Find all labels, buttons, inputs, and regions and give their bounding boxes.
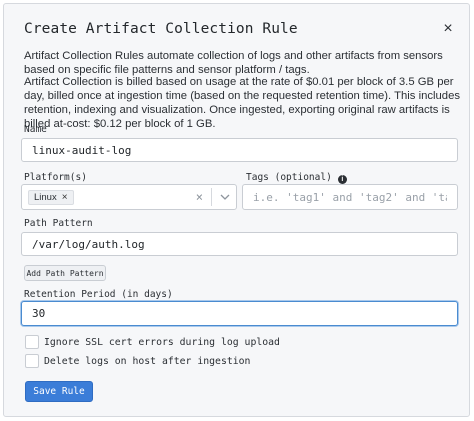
platform-chip-label: Linux [34,191,57,203]
retention-value: 30 [32,307,46,320]
platform-chip-linux: Linux × [28,189,74,205]
save-rule-button[interactable]: Save Rule [25,381,93,402]
close-icon[interactable]: × [441,21,455,37]
info-icon[interactable]: i [337,175,347,184]
delete-logs-checkbox[interactable] [25,354,39,368]
clear-icon[interactable]: × [196,190,203,204]
add-path-pattern-button[interactable]: Add Path Pattern [24,265,106,281]
ignore-ssl-checkbox[interactable] [25,335,39,349]
name-value: linux-audit-log [32,143,132,157]
tags-label-row: Tags (optional) i [246,172,347,184]
tags-placeholder: i.e. 'tag1' and 'tag2' and 'tag3' [253,190,447,204]
ignore-ssl-label: Ignore SSL cert errors during log upload [44,336,280,348]
tags-label: Tags (optional) [246,172,332,183]
path-pattern-value: /var/log/auth.log [32,237,145,251]
dialog-title: Create Artifact Collection Rule [24,21,298,37]
delete-logs-label: Delete logs on host after ingestion [44,355,251,367]
select-separator [211,188,212,206]
chevron-down-icon[interactable] [220,192,230,202]
create-rule-dialog: Create Artifact Collection Rule × Artifa… [3,3,470,417]
chip-remove-icon[interactable]: × [62,192,68,203]
retention-label: Retention Period (in days) [24,289,173,300]
delete-logs-row: Delete logs on host after ingestion [25,354,250,368]
path-pattern-label: Path Pattern [24,218,93,229]
platforms-controls: × [196,185,230,209]
retention-input[interactable]: 30 [21,301,458,326]
description-automation: Artifact Collection Rules automate colle… [24,50,443,76]
description-billing: Artifact Collection is billed based on u… [24,76,461,130]
path-pattern-input[interactable]: /var/log/auth.log [21,232,458,256]
tags-input[interactable]: i.e. 'tag1' and 'tag2' and 'tag3' [242,184,458,210]
name-input[interactable]: linux-audit-log [21,138,458,162]
platforms-select[interactable]: Linux × × [21,184,237,210]
platforms-label: Platform(s) [24,172,87,183]
ignore-ssl-row: Ignore SSL cert errors during log upload [25,335,280,349]
name-label: Name [24,124,47,135]
